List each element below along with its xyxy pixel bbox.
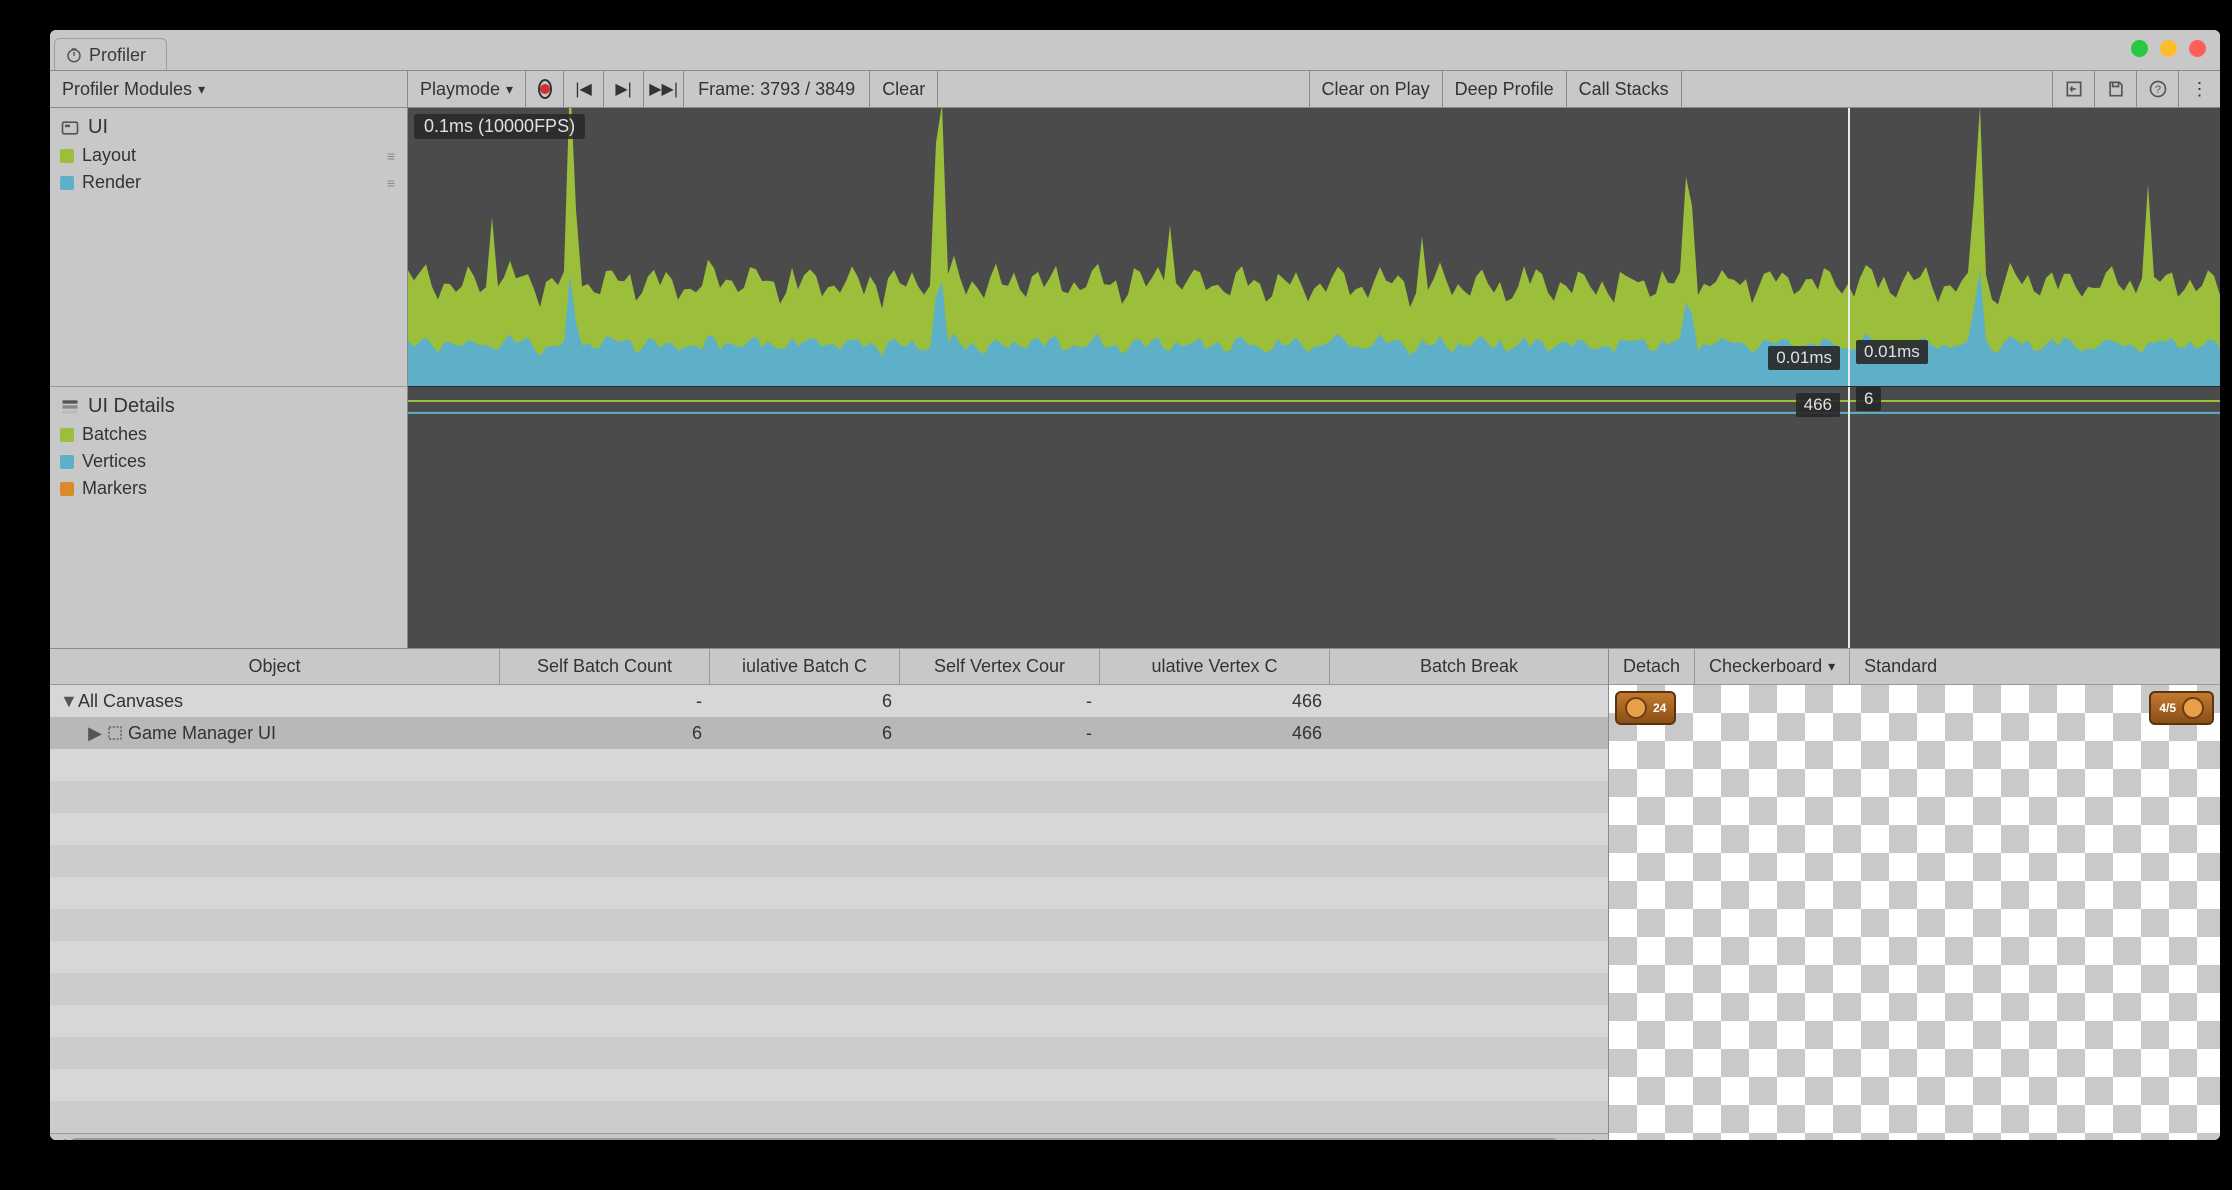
- table-row[interactable]: ▶Game Manager UI66-466: [50, 717, 1608, 749]
- playmode-dropdown[interactable]: Playmode: [408, 71, 526, 107]
- table-body[interactable]: ▼All Canvases-6-466▶Game Manager UI66-46…: [50, 685, 1608, 1133]
- ui-details-module-icon: [60, 397, 80, 417]
- frame-prev-button[interactable]: ▶|: [604, 71, 644, 107]
- horizontal-scrollbar[interactable]: ◀ ▶: [50, 1133, 1608, 1140]
- help-button[interactable]: ?: [2136, 71, 2178, 107]
- table-row[interactable]: [50, 941, 1608, 973]
- col-self-batch[interactable]: Self Batch Count: [500, 649, 710, 684]
- legend-item[interactable]: Render≡: [60, 172, 397, 193]
- col-cumulative-vertex[interactable]: ulative Vertex C: [1100, 649, 1330, 684]
- col-self-vertex[interactable]: Self Vertex Cour: [900, 649, 1100, 684]
- module-sidebar: UI Layout≡Render≡ UI Details BatchesV: [50, 108, 408, 648]
- table-header: Object Self Batch Count iulative Batch C…: [50, 649, 1608, 685]
- profiler-window: Profiler Profiler Modules Playmode |◀ ▶|…: [50, 30, 2220, 1140]
- hud-counter-chip: 4/5: [2149, 691, 2214, 725]
- expand-caret-icon[interactable]: ▶: [88, 723, 102, 744]
- frame-last-button[interactable]: ▶▶|: [644, 71, 684, 107]
- reorder-icon[interactable]: ≡: [387, 148, 397, 164]
- preview-render-dropdown[interactable]: Standard: [1850, 649, 1951, 684]
- legend-swatch: [60, 455, 74, 469]
- tab-label: Profiler: [89, 45, 146, 66]
- reorder-icon[interactable]: ≡: [387, 175, 397, 191]
- expand-caret-icon[interactable]: ▼: [60, 691, 74, 712]
- cursor-value-6: 6: [1856, 387, 1881, 411]
- col-object[interactable]: Object: [50, 649, 500, 684]
- playhead-cursor[interactable]: [1848, 108, 1850, 386]
- ui-module-title: UI: [88, 116, 108, 139]
- toolbar-spacer: [938, 71, 1309, 107]
- preview-canvas[interactable]: 24 4/5: [1609, 685, 2220, 1140]
- preview-mode-dropdown[interactable]: Checkerboard: [1695, 649, 1850, 684]
- svg-text:?: ?: [2155, 84, 2161, 96]
- table-row[interactable]: [50, 973, 1608, 1005]
- legend-item[interactable]: Vertices: [60, 451, 397, 472]
- table-row[interactable]: [50, 781, 1608, 813]
- hourglass-icon: [1625, 697, 1647, 719]
- hud-timer-chip: 24: [1615, 691, 1676, 725]
- cursor-value-left: 0.01ms: [1768, 346, 1840, 370]
- record-icon: [538, 79, 552, 99]
- scale-label: 0.1ms (10000FPS): [414, 114, 585, 139]
- scroll-left-icon[interactable]: ◀: [50, 1135, 70, 1140]
- traffic-light-maximize[interactable]: [2160, 40, 2177, 57]
- scrollbar-thumb[interactable]: [70, 1138, 1558, 1141]
- table-row[interactable]: [50, 909, 1608, 941]
- record-button[interactable]: [526, 71, 564, 107]
- window-titlebar: [50, 30, 2220, 66]
- toolbar-right-icons: ? ⋮: [2052, 71, 2220, 107]
- playhead-cursor-2[interactable]: [1848, 387, 1850, 648]
- table-row[interactable]: ▼All Canvases-6-466: [50, 685, 1608, 717]
- traffic-light-close[interactable]: [2189, 40, 2206, 57]
- toolbar: Profiler Modules Playmode |◀ ▶| ▶▶| Fram…: [50, 70, 2220, 108]
- table-row[interactable]: [50, 877, 1608, 909]
- table-row[interactable]: [50, 1069, 1608, 1101]
- save-profile-button[interactable]: [2094, 71, 2136, 107]
- table-row[interactable]: [50, 1005, 1608, 1037]
- load-profile-button[interactable]: [2052, 71, 2094, 107]
- detach-button[interactable]: Detach: [1609, 649, 1695, 684]
- profiler-icon: [65, 46, 83, 64]
- legend-swatch: [60, 176, 74, 190]
- legend-swatch: [60, 482, 74, 496]
- legend-item[interactable]: Layout≡: [60, 145, 397, 166]
- table-row[interactable]: [50, 1101, 1608, 1133]
- deep-profile-button[interactable]: Deep Profile: [1443, 71, 1567, 107]
- clear-button[interactable]: Clear: [870, 71, 938, 107]
- cursor-value-466: 466: [1796, 393, 1840, 417]
- ui-module-icon: [60, 118, 80, 138]
- cursor-value-right: 0.01ms: [1856, 340, 1928, 364]
- ui-details-module-title: UI Details: [88, 395, 175, 418]
- call-stacks-button[interactable]: Call Stacks: [1567, 71, 1682, 107]
- table-row[interactable]: [50, 845, 1608, 877]
- ui-details-table: Object Self Batch Count iulative Batch C…: [50, 649, 1608, 1140]
- clear-on-play-button[interactable]: Clear on Play: [1310, 71, 1443, 107]
- preview-toolbar: Detach Checkerboard Standard: [1609, 649, 2220, 685]
- chart-area[interactable]: 0.1ms (10000FPS) 0.01ms 0.01ms 466 6: [408, 108, 2220, 648]
- legend-item[interactable]: Markers: [60, 478, 397, 499]
- frame-first-button[interactable]: |◀: [564, 71, 604, 107]
- col-batch-break[interactable]: Batch Break: [1330, 649, 1608, 684]
- tab-profiler[interactable]: Profiler: [54, 38, 167, 71]
- context-menu-button[interactable]: ⋮: [2178, 71, 2220, 107]
- chart-ui[interactable]: 0.1ms (10000FPS) 0.01ms 0.01ms: [408, 108, 2220, 386]
- table-row[interactable]: [50, 749, 1608, 781]
- legend-swatch: [60, 428, 74, 442]
- scroll-right-icon[interactable]: ▶: [1588, 1135, 1608, 1140]
- frame-indicator: Frame: 3793 / 3849: [684, 71, 870, 107]
- profiler-modules-dropdown[interactable]: Profiler Modules: [50, 71, 408, 107]
- tab-row: Profiler: [54, 38, 167, 71]
- table-row[interactable]: [50, 813, 1608, 845]
- table-row[interactable]: [50, 1037, 1608, 1069]
- legend-swatch: [60, 149, 74, 163]
- col-cumulative-batch[interactable]: iulative Batch C: [710, 649, 900, 684]
- preview-pane: Detach Checkerboard Standard 24 4/5: [1608, 649, 2220, 1140]
- traffic-light-minimize[interactable]: [2131, 40, 2148, 57]
- chart-ui-details[interactable]: 466 6: [408, 386, 2220, 648]
- legend-item[interactable]: Batches: [60, 424, 397, 445]
- compass-icon: [2182, 697, 2204, 719]
